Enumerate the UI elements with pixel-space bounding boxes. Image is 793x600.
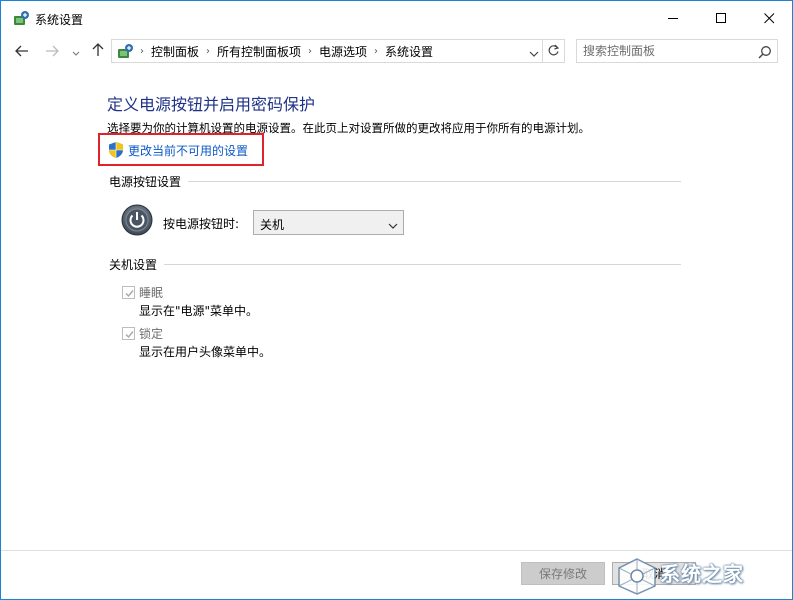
- refresh-icon: [547, 42, 560, 61]
- minimize-button[interactable]: [650, 1, 696, 36]
- watermark-text: 系统之家: [660, 562, 744, 586]
- minimize-icon: [667, 9, 679, 28]
- breadcrumb-separator-icon: ›: [374, 45, 379, 57]
- power-button-action-value: 关机: [260, 218, 285, 232]
- close-icon: [763, 9, 775, 28]
- address-bar[interactable]: › 控制面板 › 所有控制面板项 › 电源选项 › 系统设置: [111, 39, 543, 63]
- forward-arrow-icon: [45, 42, 59, 61]
- recent-locations-button[interactable]: [69, 40, 83, 62]
- maximize-icon: [715, 9, 727, 28]
- lock-description: 显示在用户头像菜单中。: [139, 345, 272, 359]
- shutdown-section-header: 关机设置: [109, 258, 158, 272]
- chevron-down-icon: [72, 42, 80, 61]
- search-icon[interactable]: [758, 44, 772, 59]
- window-title: 系统设置: [35, 13, 84, 27]
- section-divider: [164, 264, 681, 265]
- breadcrumb-all-items[interactable]: 所有控制面板项: [217, 43, 301, 60]
- up-button[interactable]: [87, 40, 109, 62]
- power-button-icon: [121, 204, 153, 236]
- search-box[interactable]: [576, 39, 778, 63]
- power-options-icon: [12, 10, 30, 28]
- close-button[interactable]: [746, 1, 792, 36]
- navigation-bar: › 控制面板 › 所有控制面板项 › 电源选项 › 系统设置: [1, 36, 792, 66]
- watermark-logo-icon: [615, 556, 659, 596]
- sleep-description: 显示在"电源"菜单中。: [139, 304, 259, 318]
- highlight-box: 更改当前不可用的设置: [98, 133, 264, 166]
- control-panel-icon: [116, 43, 134, 61]
- breadcrumb-system-settings[interactable]: 系统设置: [385, 43, 433, 60]
- back-button[interactable]: [11, 40, 33, 62]
- watermark: 系统之家: [613, 554, 793, 598]
- back-arrow-icon: [15, 42, 29, 61]
- change-unavailable-settings-link[interactable]: 更改当前不可用的设置: [128, 142, 248, 159]
- breadcrumb-separator-icon: ›: [308, 45, 313, 57]
- chevron-down-icon: [529, 42, 539, 61]
- sleep-label: 睡眠: [139, 286, 164, 300]
- section-divider: [188, 181, 681, 182]
- up-arrow-icon: [92, 42, 104, 61]
- title-bar: 系统设置: [1, 1, 792, 36]
- lock-label: 锁定: [139, 327, 164, 341]
- chevron-down-icon: [387, 217, 399, 229]
- maximize-button[interactable]: [698, 1, 744, 36]
- save-changes-button[interactable]: 保存修改: [521, 562, 605, 585]
- power-button-action-select[interactable]: 关机: [253, 210, 404, 235]
- sleep-checkbox[interactable]: [122, 286, 135, 299]
- address-history-button[interactable]: [525, 39, 543, 63]
- breadcrumb-separator-icon: ›: [206, 45, 211, 57]
- power-button-section-header: 电源按钮设置: [109, 175, 182, 189]
- main-content: 定义电源按钮并启用密码保护 选择要为你的计算机设置的电源设置。在此页上对设置所做…: [1, 67, 792, 550]
- lock-checkbox[interactable]: [122, 327, 135, 340]
- refresh-button[interactable]: [543, 39, 565, 63]
- forward-button[interactable]: [41, 40, 63, 62]
- breadcrumb: › 控制面板 › 所有控制面板项 › 电源选项 › 系统设置: [140, 40, 433, 62]
- uac-shield-icon: [108, 141, 124, 159]
- breadcrumb-power-options[interactable]: 电源选项: [319, 43, 367, 60]
- page-title: 定义电源按钮并启用密码保护: [107, 95, 316, 114]
- breadcrumb-separator-icon: ›: [140, 45, 144, 57]
- search-input[interactable]: [583, 43, 753, 59]
- power-button-label: 按电源按钮时:: [163, 217, 240, 231]
- breadcrumb-control-panel[interactable]: 控制面板: [151, 43, 199, 60]
- control-panel-window: 系统设置 › 控制面板 › 所有控制面板项 › 电源选项 › 系统设置 搜索控制…: [0, 0, 793, 600]
